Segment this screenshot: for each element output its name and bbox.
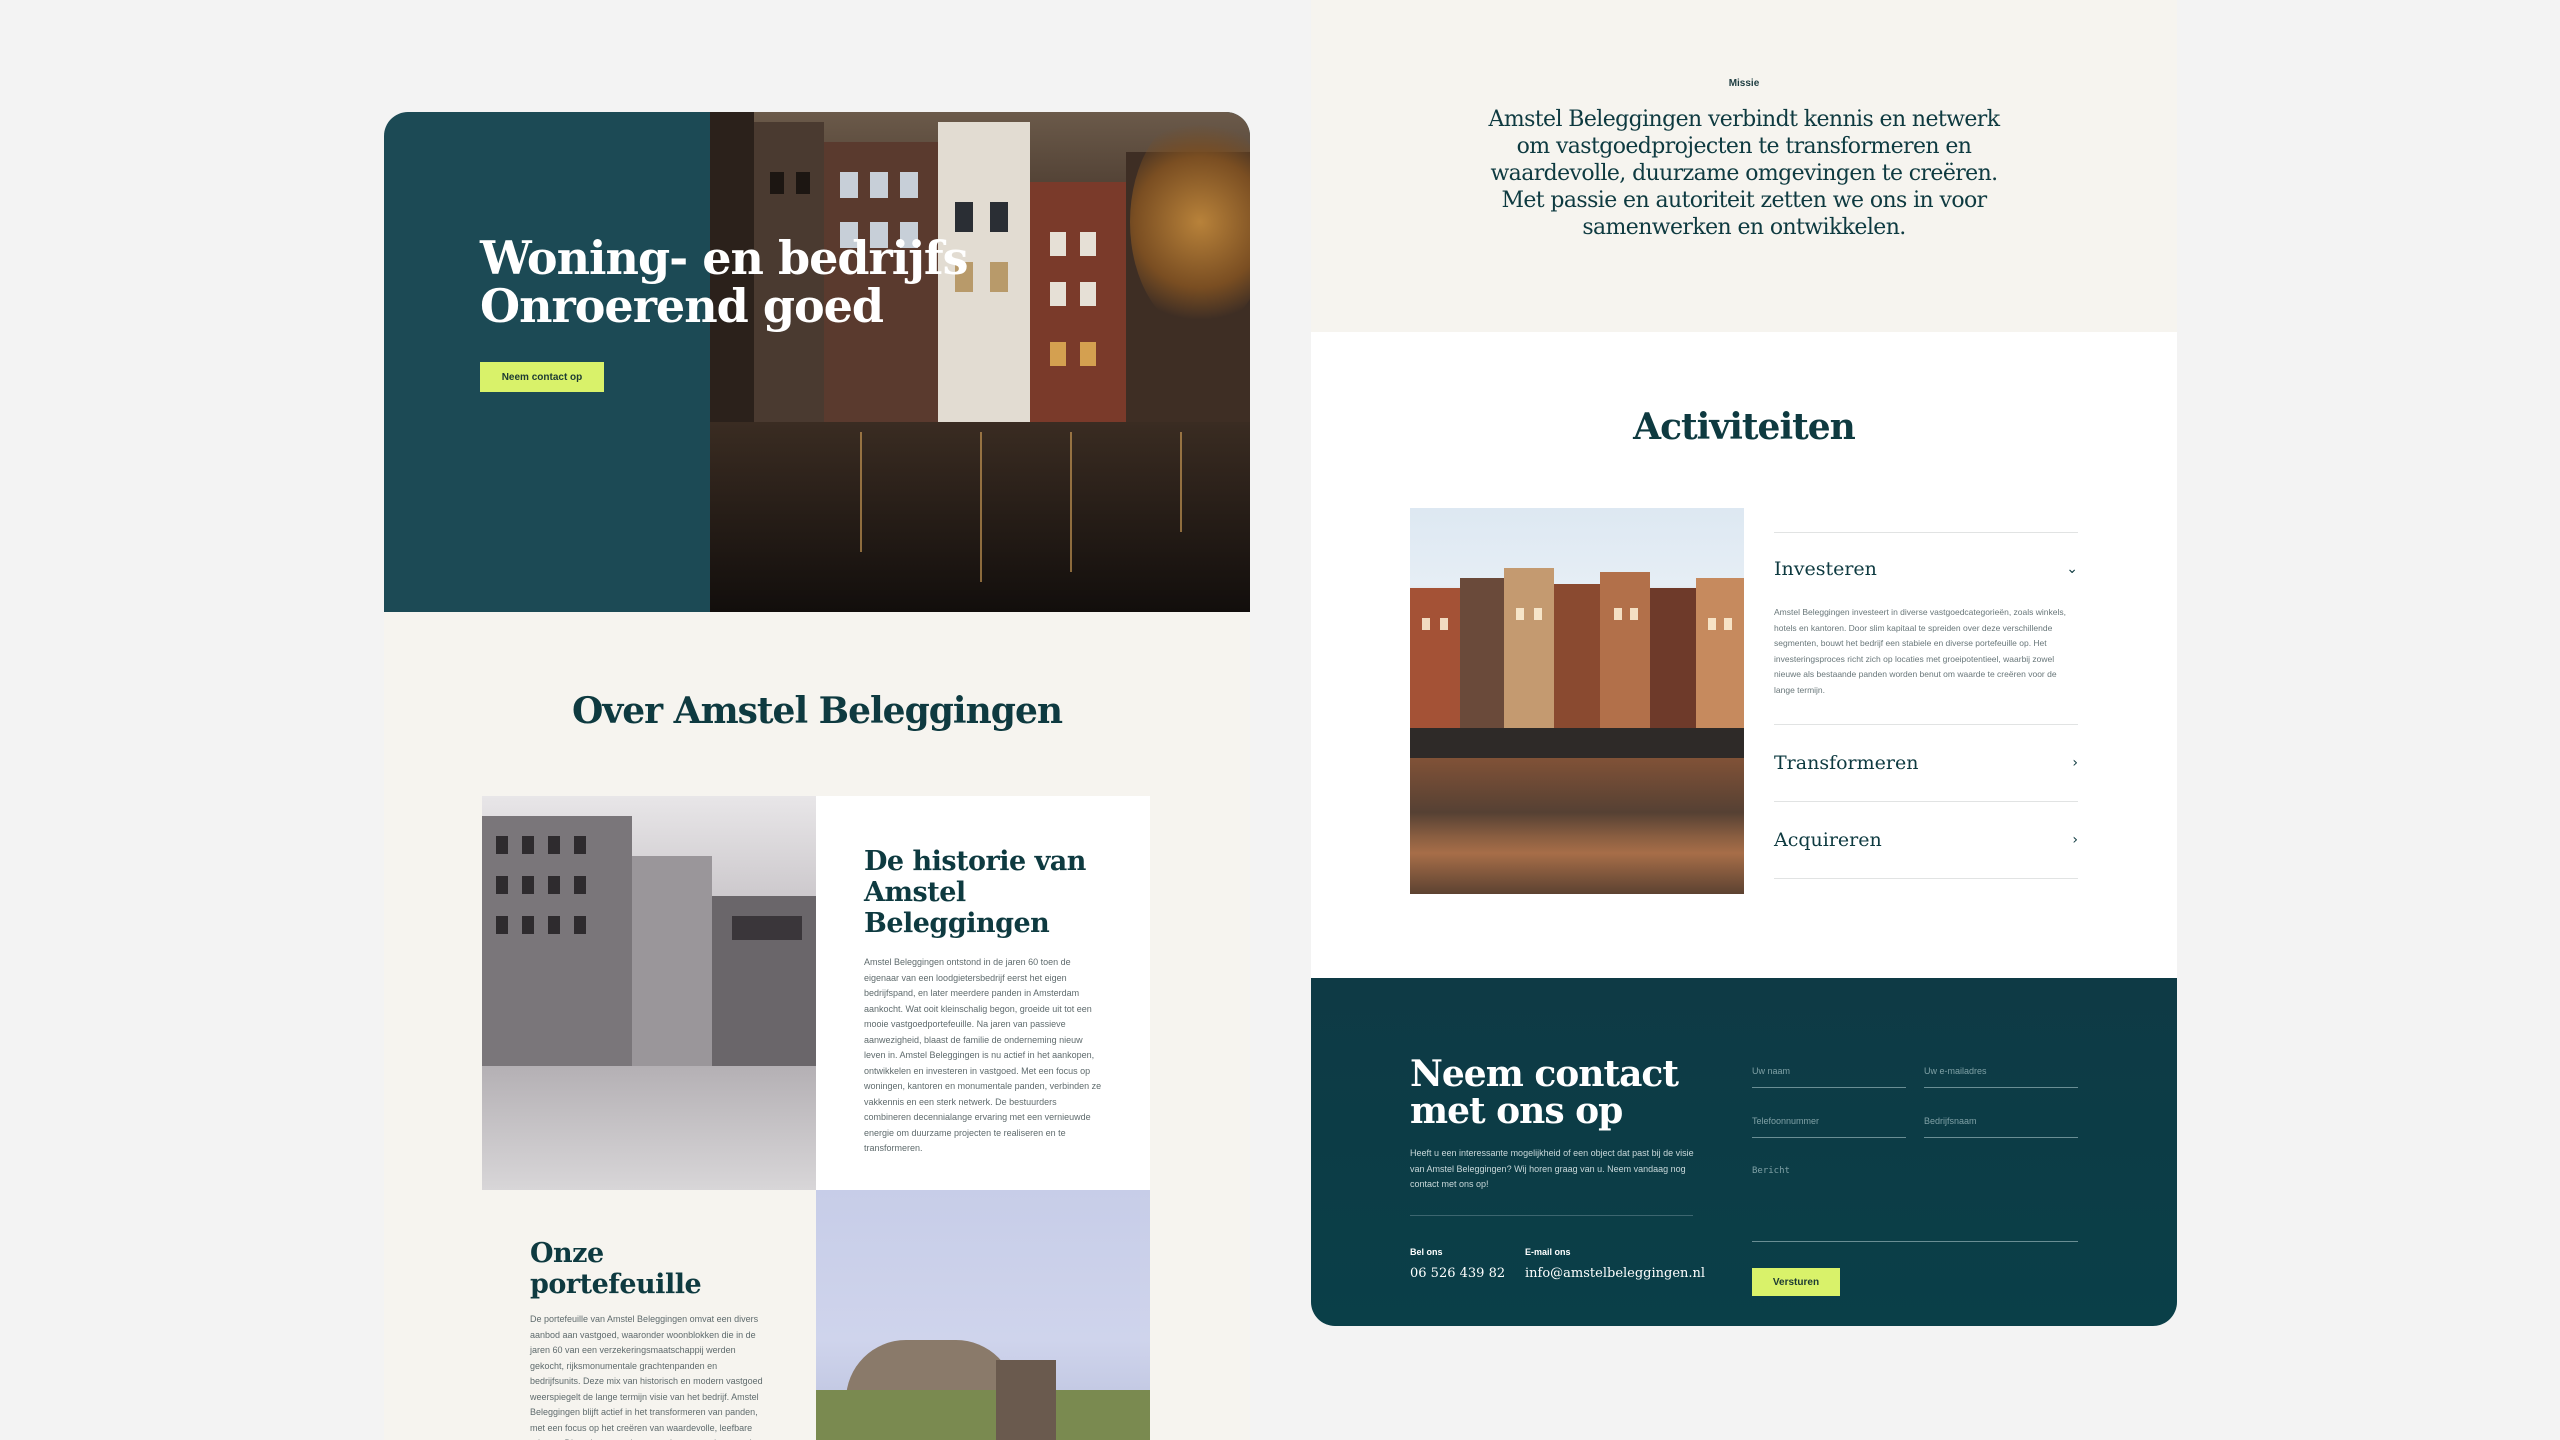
- email-link[interactable]: info@amstelbeleggingen.nl: [1525, 1266, 1705, 1281]
- phone-field[interactable]: [1752, 1116, 1906, 1138]
- portfolio-title: Onze portefeuille: [530, 1238, 702, 1300]
- hero-section: Woning- en bedrijfs Onroerend goed Neem …: [384, 112, 1250, 612]
- accordion-header[interactable]: Acquireren ›: [1774, 802, 2078, 878]
- contact-text: Heeft u een interessante mogelijkheid of…: [1410, 1148, 1694, 1189]
- portfolio-text: De portefeuille van Amstel Beleggingen o…: [530, 1314, 763, 1440]
- accordion-label: Investeren: [1774, 558, 1877, 580]
- hero-title-line2: Onroerend goed: [480, 279, 884, 333]
- company-field[interactable]: [1924, 1116, 2078, 1138]
- hero-title: Woning- en bedrijfs Onroerend goed: [480, 231, 969, 333]
- chevron-right-icon: ›: [2072, 832, 2078, 848]
- phone-number[interactable]: 06 526 439 82: [1410, 1266, 1505, 1281]
- message-input[interactable]: [1752, 1166, 2078, 1236]
- name-input[interactable]: [1752, 1066, 1906, 1076]
- company-input[interactable]: [1924, 1116, 2078, 1126]
- accordion-item-investeren[interactable]: Investeren ⌄ Amstel Beleggingen investee…: [1774, 532, 2078, 724]
- contact-divider: [1410, 1215, 1693, 1216]
- submit-button[interactable]: Versturen: [1752, 1268, 1840, 1296]
- contact-title-line2: met ons op: [1410, 1090, 1623, 1132]
- activities-title: Activiteiten: [1633, 406, 1856, 448]
- contact-section: Neem contact met ons op Heeft u een inte…: [1311, 978, 2177, 1326]
- message-field[interactable]: [1752, 1166, 2078, 1242]
- mission-section: Missie Amstel Beleggingen verbindt kenni…: [1311, 0, 2177, 332]
- about-title: Over Amstel Beleggingen: [571, 690, 1063, 732]
- phone-label: Bel ons: [1410, 1247, 1443, 1257]
- accordion-label: Acquireren: [1774, 829, 1882, 851]
- mission-text: Amstel Beleggingen verbindt kennis en ne…: [1488, 107, 2001, 240]
- history-photo: [482, 796, 816, 1190]
- email-field[interactable]: [1924, 1066, 2078, 1088]
- chevron-down-icon: ⌄: [2066, 561, 2078, 577]
- name-field[interactable]: [1752, 1066, 1906, 1088]
- hero-contact-button[interactable]: Neem contact op: [480, 362, 604, 392]
- portfolio-photo: [816, 1190, 1150, 1440]
- hero-title-line1: Woning- en bedrijfs: [480, 231, 969, 285]
- phone-input[interactable]: [1752, 1116, 1906, 1126]
- email-label: E-mail ons: [1525, 1247, 1571, 1257]
- accordion-text: Amstel Beleggingen investeert in diverse…: [1774, 607, 2066, 695]
- chevron-right-icon: ›: [2072, 755, 2078, 771]
- contact-title: Neem contact met ons op: [1410, 1053, 1679, 1132]
- history-block: De historie van Amstel Beleggingen Amste…: [816, 796, 1150, 1190]
- about-page-card: Missie Amstel Beleggingen verbindt kenni…: [1311, 0, 2177, 1326]
- mission-label: Missie: [1728, 78, 1760, 89]
- history-title: De historie van Amstel Beleggingen: [864, 846, 1086, 939]
- accordion-label: Transformeren: [1774, 752, 1919, 774]
- contact-title-line1: Neem contact: [1410, 1053, 1679, 1095]
- accordion-item-acquireren[interactable]: Acquireren ›: [1774, 801, 2078, 879]
- activities-photo: [1410, 508, 1744, 894]
- email-input[interactable]: [1924, 1066, 2078, 1076]
- accordion-header[interactable]: Transformeren ›: [1774, 725, 2078, 801]
- homepage-card: Woning- en bedrijfs Onroerend goed Neem …: [384, 112, 1250, 1440]
- hero-canal-photo: [710, 112, 1250, 612]
- accordion-header[interactable]: Investeren ⌄: [1774, 533, 2078, 605]
- activities-accordion: Investeren ⌄ Amstel Beleggingen investee…: [1774, 532, 2078, 879]
- accordion-item-transformeren[interactable]: Transformeren ›: [1774, 724, 2078, 801]
- about-grid: De historie van Amstel Beleggingen Amste…: [482, 796, 1150, 1440]
- history-text: Amstel Beleggingen ontstond in de jaren …: [864, 957, 1102, 1153]
- portfolio-block: Onze portefeuille De portefeuille van Am…: [482, 1190, 816, 1440]
